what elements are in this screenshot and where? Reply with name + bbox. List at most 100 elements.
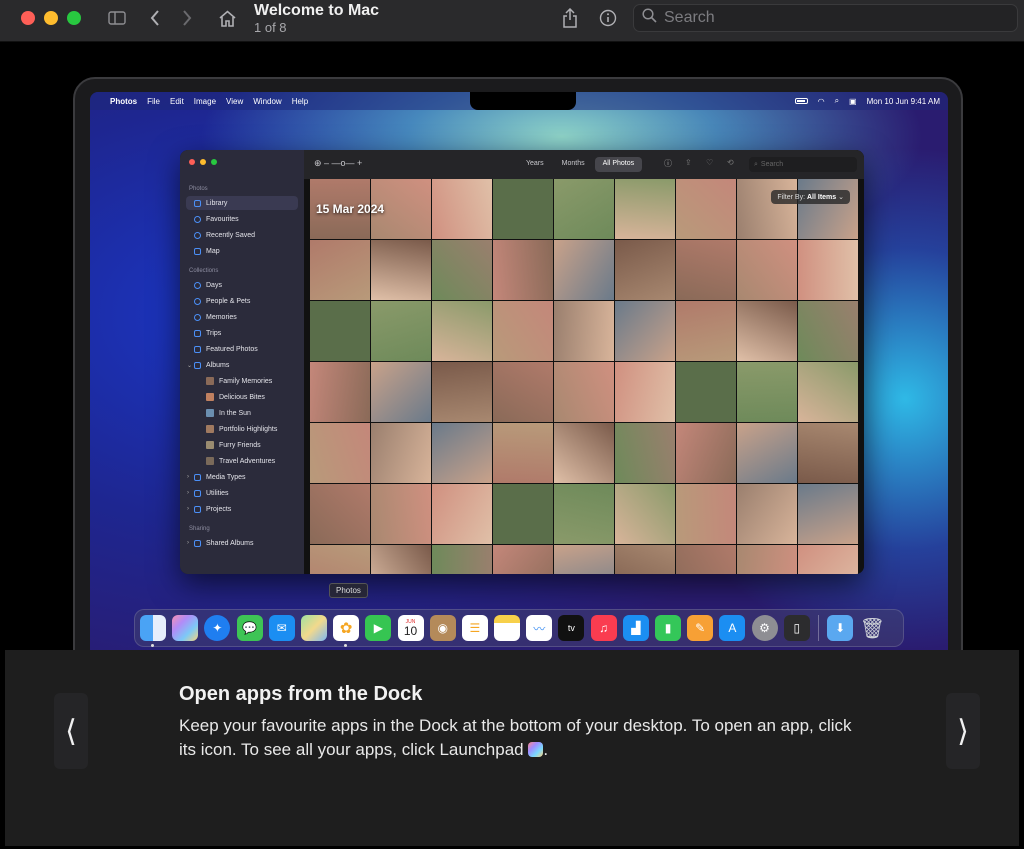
numbers-icon[interactable]: ▮	[655, 615, 681, 641]
home-icon[interactable]	[217, 6, 237, 30]
apple-tv-icon[interactable]: tv	[558, 615, 585, 641]
sidebar-item-memories: Memories	[186, 310, 298, 324]
photo-thumbnail	[676, 545, 736, 574]
facetime-icon[interactable]: ▶	[365, 615, 392, 641]
share-icon[interactable]	[560, 6, 580, 30]
photo-thumbnail	[432, 484, 492, 544]
photo-thumbnail	[493, 362, 553, 422]
menu-clock: Mon 10 Jun 9:41 AM	[866, 96, 940, 106]
maps-icon[interactable]	[300, 615, 327, 641]
photo-thumbnail	[310, 301, 370, 361]
photos-icon[interactable]: ✿	[333, 615, 360, 647]
photo-thumbnail	[615, 362, 675, 422]
zoom-slider-icon: ⊕ – —o— +	[314, 158, 363, 168]
freeform-icon[interactable]: 〰	[526, 615, 553, 641]
app-store-icon[interactable]: A	[719, 615, 746, 641]
date-label: 15 Mar 2024	[316, 202, 385, 216]
photo-thumbnail	[798, 240, 858, 300]
zoom-window-button[interactable]	[67, 11, 81, 25]
launchpad-icon	[528, 742, 544, 757]
photo-thumbnail	[371, 545, 431, 574]
contacts-icon[interactable]: ◉	[429, 615, 456, 641]
photo-thumbnail	[615, 301, 675, 361]
tab-all-photos: All Photos	[594, 157, 643, 172]
photos-search: ⌕ Search	[749, 157, 857, 172]
reminders-icon[interactable]: ☰	[461, 615, 488, 641]
rotate-icon: ⟲	[727, 158, 734, 167]
page-counter: 1 of 8	[254, 20, 287, 35]
minimize-window-button[interactable]	[44, 11, 58, 25]
info-icon: ⓘ	[664, 159, 672, 168]
tip-body: Keep your favourite apps in the Dock at …	[179, 716, 852, 759]
photo-thumbnail	[493, 240, 553, 300]
view-segmented-control: Years Months All Photos	[518, 157, 643, 172]
info-icon[interactable]	[598, 6, 618, 30]
photo-thumbnail	[432, 545, 492, 574]
photo-thumbnail	[493, 484, 553, 544]
photo-thumbnail	[737, 179, 797, 239]
menu-app-name: Photos	[110, 96, 138, 106]
photo-thumbnail	[554, 240, 614, 300]
notes-icon[interactable]	[494, 615, 521, 641]
tip-title: Open apps from the Dock	[179, 683, 423, 705]
photo-thumbnail	[310, 362, 370, 422]
sidebar-item-projects: › Projects	[187, 505, 232, 513]
photo-thumbnail	[798, 484, 858, 544]
music-icon[interactable]: ♫	[590, 615, 617, 641]
trash-icon[interactable]: 🗑	[859, 615, 885, 641]
album-item: Furry Friends	[186, 438, 298, 452]
previous-tip-button[interactable]: ⟨	[54, 693, 88, 769]
launchpad-icon[interactable]	[172, 615, 199, 641]
dock: ✦ 💬 ✉ ✿ ▶ JUN 10 ◉ ☰ 〰 tv ♫ ▟ ▮ ✎ A ⚙ ▯ ⬇…	[134, 609, 904, 647]
photos-toolbar: ⊕ – —o— + Years Months All Photos ⓘ ⇪ ♡ …	[304, 150, 864, 179]
menu-file: File	[147, 96, 160, 106]
system-settings-icon[interactable]: ⚙	[751, 615, 778, 641]
photo-thumbnail	[310, 545, 370, 574]
sidebar-item-days: Days	[186, 278, 298, 292]
sidebar-icon[interactable]	[107, 6, 127, 30]
sidebar-item-map: Map	[186, 244, 298, 258]
finder-icon[interactable]	[140, 615, 166, 647]
spotlight-icon: ⌕	[834, 96, 840, 105]
chevron-right-icon[interactable]	[180, 6, 194, 30]
mail-icon[interactable]: ✉	[268, 615, 295, 641]
photo-thumbnail	[676, 423, 736, 483]
pages-icon[interactable]: ✎	[687, 615, 714, 641]
photo-thumbnail	[432, 301, 492, 361]
album-item: In the Sun	[186, 406, 298, 420]
next-tip-button[interactable]: ⟩	[946, 693, 980, 769]
downloads-folder-icon[interactable]: ⬇	[827, 615, 854, 641]
sidebar-section-photos: Photos	[189, 186, 208, 192]
share-icon: ⇪	[685, 158, 692, 167]
close-window-button[interactable]	[21, 11, 35, 25]
photos-close-button	[189, 159, 195, 165]
search-field[interactable]: Search	[633, 4, 1018, 32]
filter-button: Filter By: All Items ⌄	[771, 190, 850, 204]
sidebar-item-albums: ⌄ Albums	[187, 361, 230, 369]
photo-thumbnail	[737, 545, 797, 574]
keynote-icon[interactable]: ▟	[622, 615, 649, 641]
photo-thumbnail	[432, 179, 492, 239]
photo-thumbnail	[554, 423, 614, 483]
album-item: Delicious Bites	[186, 390, 298, 404]
heart-icon: ♡	[706, 158, 714, 167]
tab-months: Months	[561, 160, 585, 167]
sidebar-item-media-types: › Media Types	[187, 473, 246, 481]
chevron-left-icon[interactable]	[148, 6, 162, 30]
photo-thumbnail	[371, 423, 431, 483]
photo-thumbnail	[432, 423, 492, 483]
illustration-stage: Photos File Edit Image View Window Help …	[5, 42, 1019, 677]
sidebar-item-utilities: › Utilities	[187, 489, 229, 497]
safari-icon[interactable]: ✦	[204, 615, 231, 641]
photo-thumbnail	[554, 484, 614, 544]
photo-thumbnail	[798, 545, 858, 574]
calendar-icon[interactable]: JUN 10	[397, 615, 424, 641]
photo-thumbnail	[371, 362, 431, 422]
iphone-mirroring-icon[interactable]: ▯	[783, 615, 810, 641]
messages-icon[interactable]: 💬	[236, 615, 263, 641]
photo-thumbnail	[310, 240, 370, 300]
photo-thumbnail	[493, 179, 553, 239]
photo-thumbnail	[737, 484, 797, 544]
photo-thumbnail	[615, 484, 675, 544]
tip-caption-panel: ⟨ Open apps from the Dock Keep your favo…	[5, 650, 1019, 846]
